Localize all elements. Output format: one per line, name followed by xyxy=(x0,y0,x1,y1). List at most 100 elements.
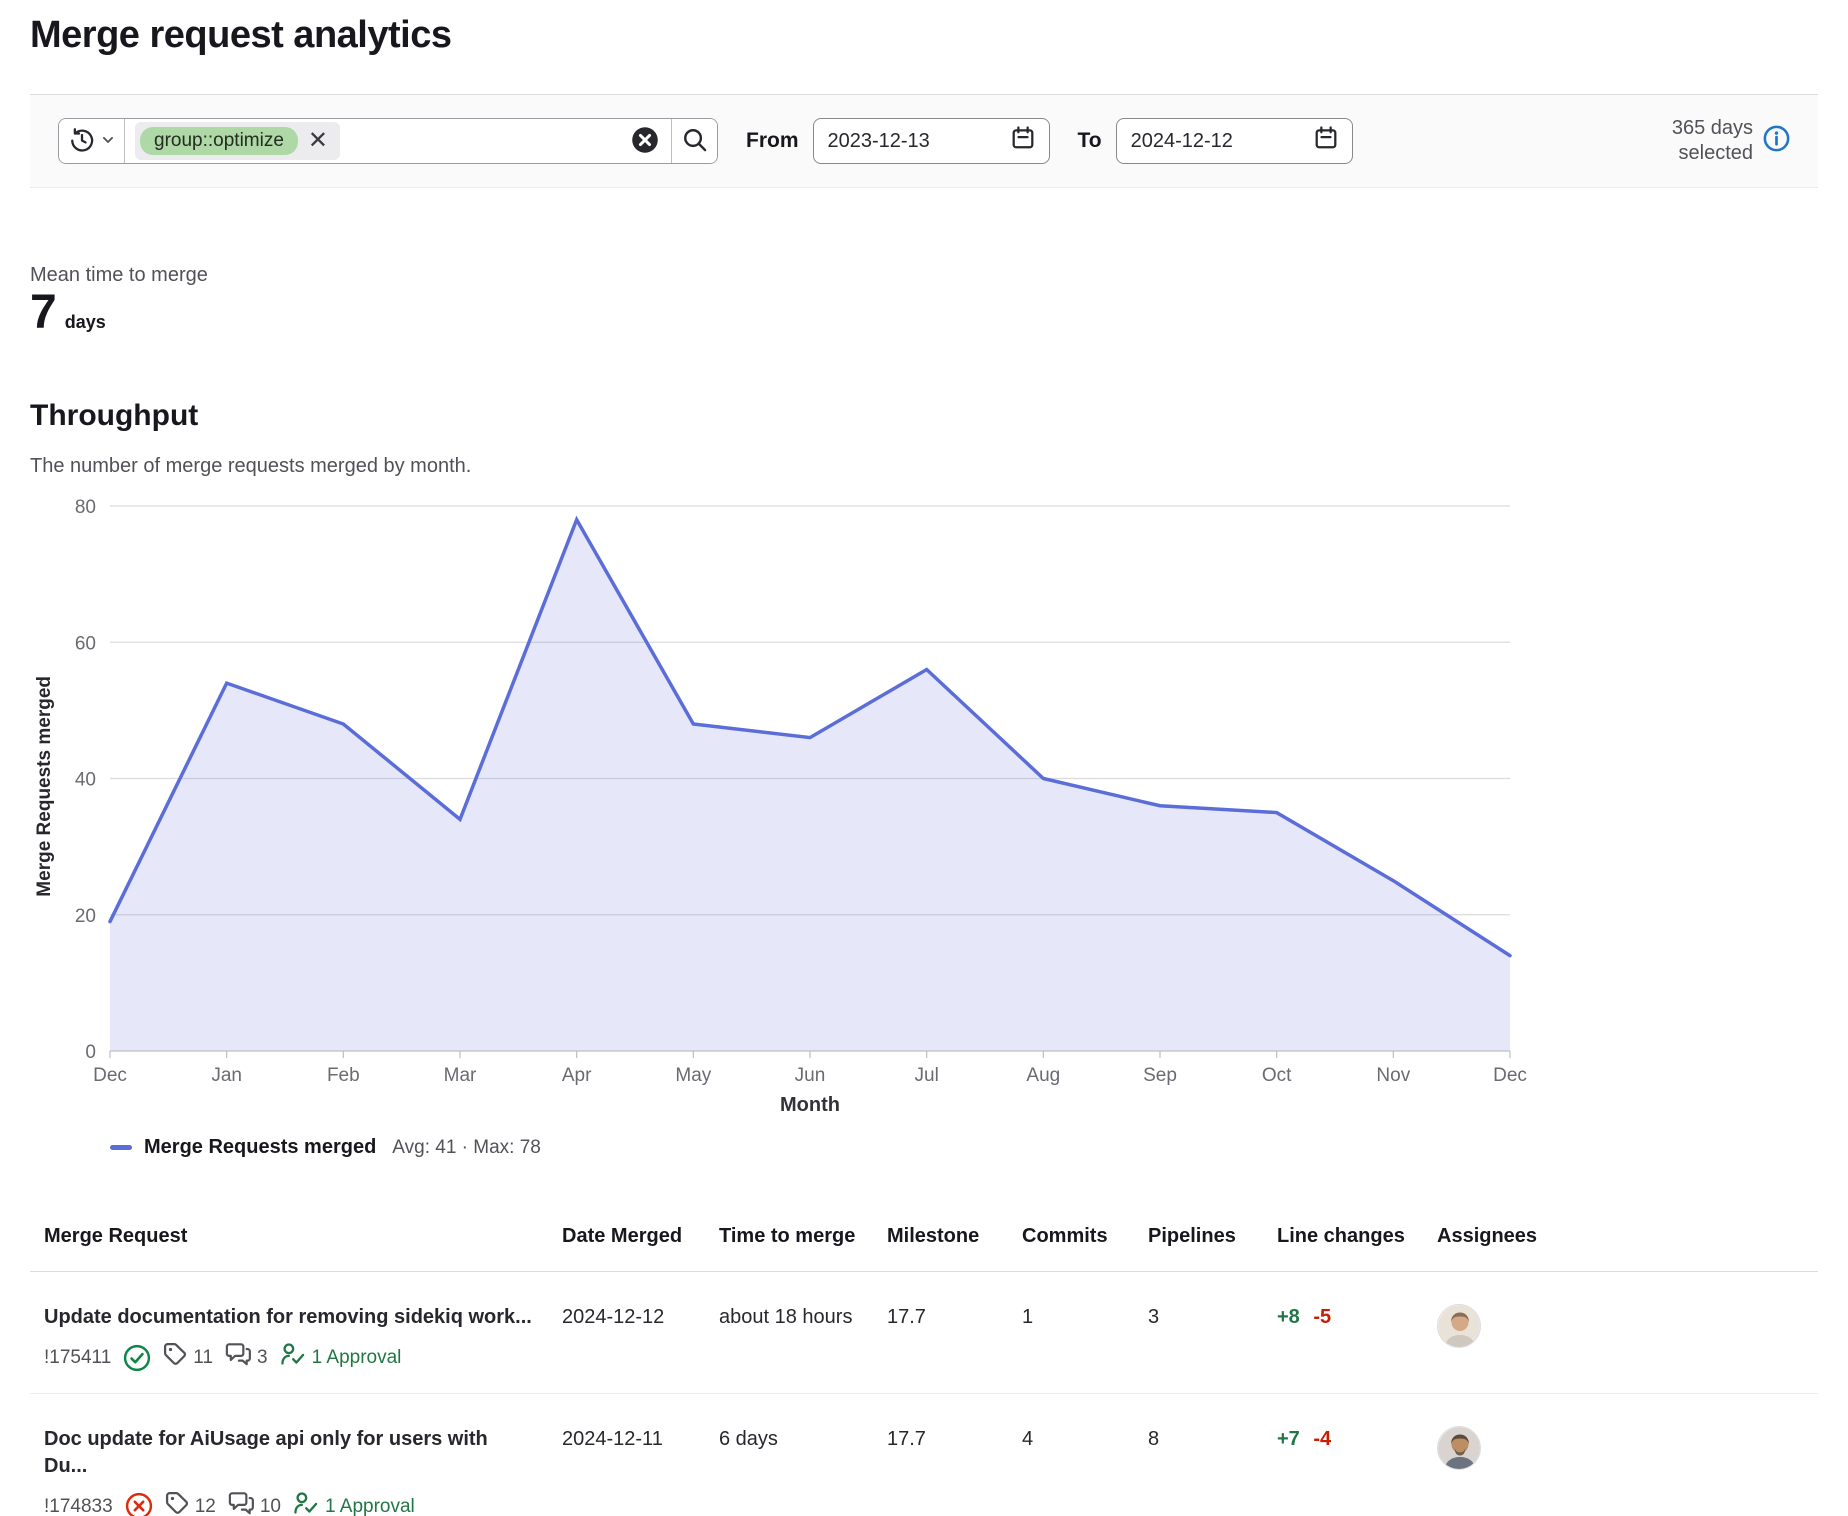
milestone-cell: 17.7 xyxy=(873,1272,1008,1394)
svg-text:Dec: Dec xyxy=(93,1065,127,1086)
svg-text:Oct: Oct xyxy=(1262,1065,1292,1086)
svg-text:40: 40 xyxy=(75,770,96,791)
label-tag-icon xyxy=(163,1342,187,1374)
svg-text:Aug: Aug xyxy=(1026,1065,1060,1086)
date-merged-cell: 2024-12-11 xyxy=(548,1393,705,1516)
page-title: Merge request analytics xyxy=(30,0,1818,57)
days-selected-text: 365 days selected xyxy=(1637,116,1753,166)
merge-request-title-link[interactable]: Doc update for AiUsage api only for user… xyxy=(44,1426,534,1480)
merge-request-id: !175411 xyxy=(44,1345,111,1371)
approvals-link[interactable]: 1 Approval xyxy=(293,1490,415,1516)
chart-y-axis-label: Merge Requests merged xyxy=(34,676,56,897)
chart-legend: Merge Requests merged Avg: 41 · Max: 78 xyxy=(110,1136,1818,1159)
deletions: -5 xyxy=(1313,1306,1331,1328)
col-header-commits: Commits xyxy=(1008,1219,1134,1272)
additions: +8 xyxy=(1277,1306,1300,1328)
pipelines-cell: 3 xyxy=(1134,1272,1263,1394)
col-header-assignees: Assignees xyxy=(1423,1219,1818,1272)
svg-text:Apr: Apr xyxy=(562,1065,592,1086)
svg-text:Sep: Sep xyxy=(1143,1065,1177,1086)
line-changes-cell: +8 -5 xyxy=(1263,1272,1423,1394)
col-header-date-merged: Date Merged xyxy=(548,1219,705,1272)
approval-check-icon xyxy=(293,1490,319,1516)
stat-value: 7 xyxy=(30,289,57,337)
time-to-merge-cell: about 18 hours xyxy=(705,1272,873,1394)
chevron-down-icon xyxy=(101,133,115,150)
stat-label: Mean time to merge xyxy=(30,264,1818,287)
search-button[interactable] xyxy=(671,119,717,163)
assignee-avatar[interactable] xyxy=(1437,1304,1481,1348)
from-label: From xyxy=(746,129,799,153)
svg-text:Feb: Feb xyxy=(327,1065,360,1086)
col-header-time-to-merge: Time to merge xyxy=(705,1219,873,1272)
assignee-avatar[interactable] xyxy=(1437,1426,1481,1470)
col-header-pipelines: Pipelines xyxy=(1134,1219,1263,1272)
search-input[interactable]: group::optimize ✕ xyxy=(125,119,627,163)
throughput-heading: Throughput xyxy=(30,399,1818,433)
legend-label: Merge Requests merged xyxy=(144,1136,376,1159)
label-tag-icon xyxy=(165,1491,189,1516)
throughput-description: The number of merge requests merged by m… xyxy=(30,455,1818,478)
merge-request-id: !174833 xyxy=(44,1494,113,1516)
milestone-cell: 17.7 xyxy=(873,1393,1008,1516)
from-date-input[interactable]: 2023-12-13 xyxy=(813,118,1050,164)
legend-swatch-icon xyxy=(110,1145,132,1150)
clear-search-button[interactable] xyxy=(627,119,671,163)
filter-token-label: group::optimize xyxy=(140,127,298,156)
comments-icon xyxy=(228,1490,254,1516)
table-row: Doc update for AiUsage api only for user… xyxy=(30,1393,1818,1516)
svg-text:Nov: Nov xyxy=(1376,1065,1410,1086)
svg-text:Jun: Jun xyxy=(795,1065,826,1086)
time-to-merge-cell: 6 days xyxy=(705,1393,873,1516)
comments-icon xyxy=(225,1341,251,1375)
comments-count: 3 xyxy=(225,1341,268,1375)
additions: +7 xyxy=(1277,1428,1300,1450)
deletions: -4 xyxy=(1313,1428,1331,1450)
date-merged-cell: 2024-12-12 xyxy=(548,1272,705,1394)
history-icon xyxy=(69,127,95,156)
filter-bar: group::optimize ✕ From 2023-12-13 xyxy=(30,94,1818,188)
stat-unit: days xyxy=(65,312,106,333)
svg-text:Dec: Dec xyxy=(1493,1065,1527,1086)
commits-cell: 1 xyxy=(1008,1272,1134,1394)
labels-count: 11 xyxy=(163,1342,213,1374)
pipelines-cell: 8 xyxy=(1134,1393,1263,1516)
svg-text:60: 60 xyxy=(75,633,96,654)
svg-text:Jul: Jul xyxy=(915,1065,939,1086)
commits-cell: 4 xyxy=(1008,1393,1134,1516)
col-header-milestone: Milestone xyxy=(873,1219,1008,1272)
svg-text:Mar: Mar xyxy=(444,1065,477,1086)
calendar-icon xyxy=(1314,126,1338,156)
clear-circle-icon xyxy=(631,126,659,157)
line-changes-cell: +7 -4 xyxy=(1263,1393,1423,1516)
comments-count: 10 xyxy=(228,1490,281,1516)
token-close-icon[interactable]: ✕ xyxy=(306,129,330,153)
merge-request-table: Merge Request Date Merged Time to merge … xyxy=(30,1219,1818,1516)
filtered-search: group::optimize ✕ xyxy=(58,118,718,164)
from-date-value: 2023-12-13 xyxy=(828,130,1011,153)
labels-count: 12 xyxy=(165,1491,216,1516)
calendar-icon xyxy=(1011,126,1035,156)
throughput-chart: Merge Requests merged 020406080DecJanFeb… xyxy=(30,496,1818,1159)
to-date-value: 2024-12-12 xyxy=(1131,130,1314,153)
info-icon[interactable] xyxy=(1763,125,1790,157)
svg-text:0: 0 xyxy=(85,1042,96,1063)
throughput-chart-svg: 020406080DecJanFebMarAprMayJunJulAugSepO… xyxy=(30,496,1530,1121)
mean-time-to-merge-stat: Mean time to merge 7 days xyxy=(30,264,1818,337)
closed-status-icon xyxy=(125,1492,153,1516)
svg-text:May: May xyxy=(675,1065,711,1086)
merge-request-title-link[interactable]: Update documentation for removing sideki… xyxy=(44,1304,534,1331)
approvals-link[interactable]: 1 Approval xyxy=(280,1341,402,1375)
to-date-input[interactable]: 2024-12-12 xyxy=(1116,118,1353,164)
search-icon xyxy=(682,127,708,156)
search-history-button[interactable] xyxy=(59,119,125,163)
legend-stats: Avg: 41 · Max: 78 xyxy=(392,1137,541,1159)
svg-text:20: 20 xyxy=(75,906,96,927)
table-row: Update documentation for removing sideki… xyxy=(30,1272,1818,1394)
to-label: To xyxy=(1078,129,1102,153)
svg-text:Month: Month xyxy=(780,1094,840,1116)
svg-text:80: 80 xyxy=(75,497,96,518)
filter-token[interactable]: group::optimize ✕ xyxy=(135,122,340,161)
approval-check-icon xyxy=(280,1341,306,1375)
col-header-line-changes: Line changes xyxy=(1263,1219,1423,1272)
